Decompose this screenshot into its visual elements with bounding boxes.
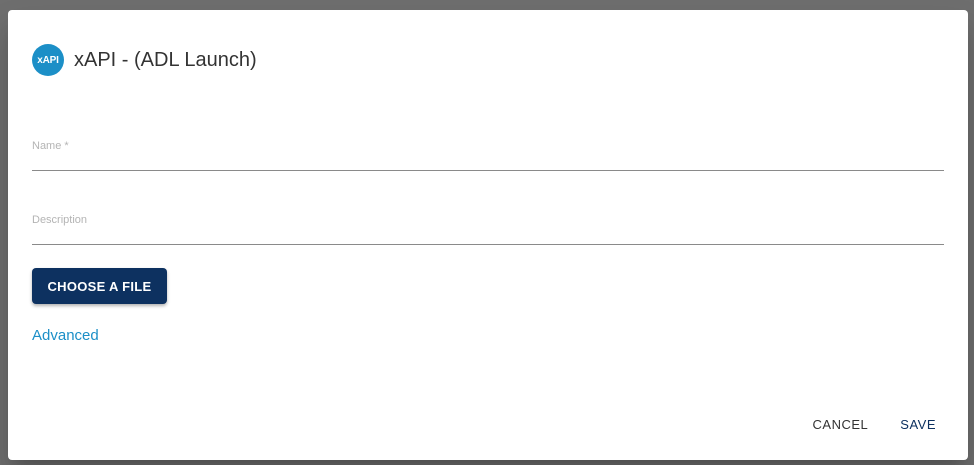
- choose-file-button[interactable]: CHOOSE A FILE: [32, 268, 167, 304]
- description-label: Description: [32, 214, 88, 226]
- name-label: Name *: [32, 140, 69, 152]
- advanced-link[interactable]: Advanced: [32, 327, 99, 344]
- xapi-dialog: xAPI xAPI - (ADL Launch) Name * Descript…: [8, 10, 968, 460]
- dialog-actions: CANCEL SAVE: [789, 413, 944, 436]
- description-field[interactable]: Description: [32, 214, 944, 245]
- description-input[interactable]: [32, 226, 944, 244]
- dialog-header: xAPI xAPI - (ADL Launch): [32, 44, 257, 76]
- save-button[interactable]: SAVE: [892, 413, 944, 436]
- dialog-title: xAPI - (ADL Launch): [74, 48, 257, 71]
- name-field[interactable]: Name *: [32, 140, 944, 171]
- cancel-button[interactable]: CANCEL: [805, 413, 877, 436]
- xapi-logo-icon: xAPI: [32, 44, 64, 76]
- name-input[interactable]: [32, 152, 944, 170]
